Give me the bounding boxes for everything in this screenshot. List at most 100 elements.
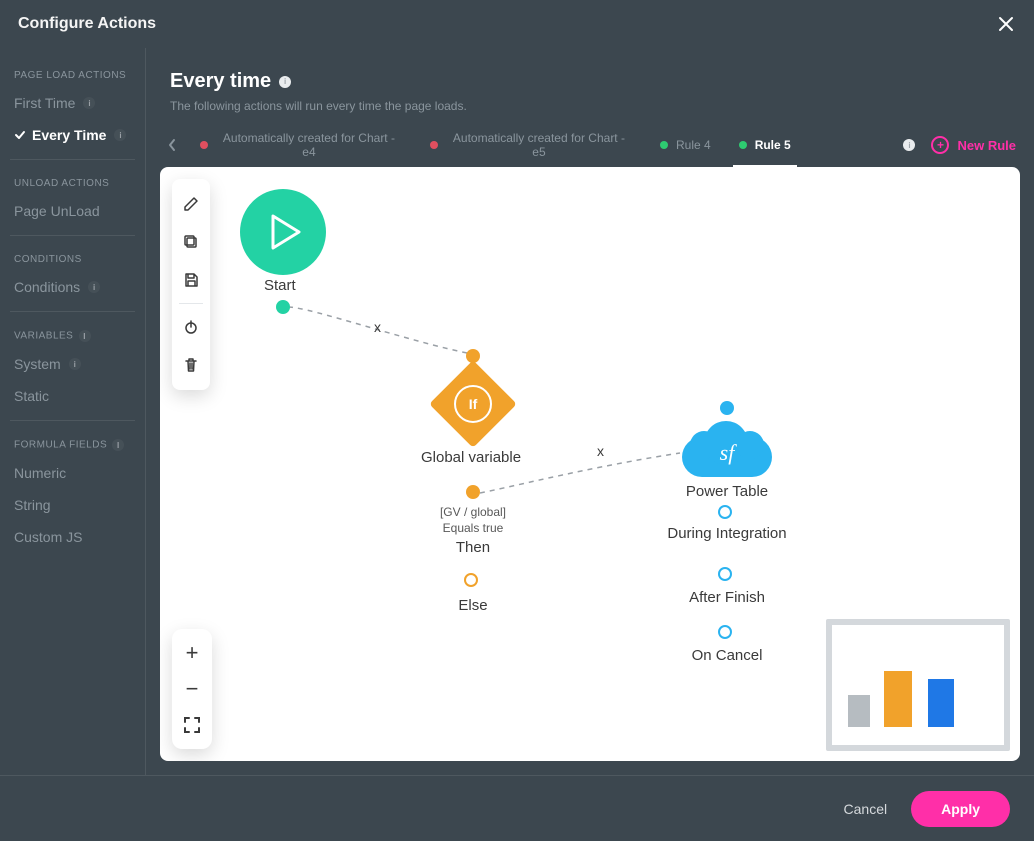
sidebar-item-label: String: [14, 497, 51, 513]
delete-button[interactable]: [172, 346, 210, 384]
sidebar-item-conditions[interactable]: Conditions i: [0, 271, 145, 303]
power-button[interactable]: [172, 308, 210, 346]
cloud-node-label: Power Table: [686, 483, 768, 500]
if-then-connector[interactable]: [466, 485, 480, 499]
plus-icon: +: [931, 136, 949, 154]
connector-delete-1[interactable]: x: [374, 319, 381, 335]
new-rule-button[interactable]: + New Rule: [925, 136, 1022, 154]
sidebar-item-custom-js[interactable]: Custom JS: [0, 521, 145, 553]
sidebar-group-variables: VARIABLES i: [0, 320, 145, 348]
cloud-step-1-label: During Integration: [667, 525, 787, 542]
canvas-zoom-controls: + −: [172, 629, 212, 749]
info-icon[interactable]: i: [279, 76, 291, 88]
zoom-out-button[interactable]: −: [172, 671, 212, 707]
close-button[interactable]: [996, 14, 1016, 34]
status-dot-icon: [200, 141, 208, 149]
edit-button[interactable]: [172, 185, 210, 223]
sidebar-item-every-time[interactable]: Every Time i: [0, 119, 145, 151]
sidebar-item-label: System: [14, 356, 61, 372]
power-table-node[interactable]: sf: [682, 419, 772, 477]
sidebar-item-label: Custom JS: [14, 529, 82, 545]
sidebar-item-static[interactable]: Static: [0, 380, 145, 412]
if-else-connector[interactable]: [464, 573, 478, 587]
page-title-text: Every time: [170, 70, 271, 93]
start-connector-dot[interactable]: [276, 300, 290, 314]
tab-label: Automatically created for Chart - e4: [216, 131, 402, 160]
sidebar-item-label: Static: [14, 388, 49, 404]
page-title: Every time i: [170, 70, 1010, 93]
minimap-bar-2: [884, 671, 912, 727]
if-else-label: Else: [458, 597, 487, 614]
sidebar-item-label: Every Time: [32, 127, 106, 143]
cloud-input-connector[interactable]: [720, 401, 734, 415]
sidebar-item-label: Conditions: [14, 279, 80, 295]
copy-button[interactable]: [172, 223, 210, 261]
tab-info[interactable]: i: [891, 123, 925, 167]
sidebar-item-numeric[interactable]: Numeric: [0, 457, 145, 489]
dialog-title: Configure Actions: [18, 15, 996, 33]
sidebar-item-label: Page UnLoad: [14, 203, 100, 219]
cloud-step-2-connector[interactable]: [718, 567, 732, 581]
tab-chart-e4[interactable]: Automatically created for Chart - e4: [186, 123, 416, 167]
fit-screen-button[interactable]: [172, 707, 212, 743]
sidebar-item-label: First Time: [14, 95, 75, 111]
sidebar-item-page-unload[interactable]: Page UnLoad: [0, 195, 145, 227]
if-then-label: Then: [456, 539, 490, 556]
info-icon: i: [88, 281, 100, 293]
cloud-step-1-connector[interactable]: [718, 505, 732, 519]
info-icon: i: [903, 139, 915, 151]
tabs-scroll-left[interactable]: [158, 131, 186, 159]
tab-label: Rule 4: [676, 138, 711, 152]
divider: [10, 235, 135, 236]
if-node-label: Global variable: [421, 449, 521, 466]
sidebar-group-unload-actions: UNLOAD ACTIONS: [0, 168, 145, 195]
sidebar-item-string[interactable]: String: [0, 489, 145, 521]
rule-tabs: Automatically created for Chart - e4 Aut…: [146, 123, 1034, 167]
apply-button[interactable]: Apply: [911, 791, 1010, 827]
canvas-toolbox: [172, 179, 210, 390]
info-icon: i: [114, 129, 126, 141]
if-node[interactable]: If: [429, 360, 517, 448]
info-icon: i: [79, 330, 91, 342]
status-dot-icon: [430, 141, 438, 149]
if-condition-detail2: Equals true: [443, 521, 504, 537]
main-panel: Every time i The following actions will …: [146, 48, 1034, 775]
new-rule-label: New Rule: [957, 138, 1016, 153]
start-node-label: Start: [264, 277, 296, 294]
sidebar-item-system[interactable]: System i: [0, 348, 145, 380]
cloud-step-2-label: After Finish: [689, 589, 765, 606]
if-condition-detail1: [GV / global]: [440, 505, 506, 521]
connector-delete-2[interactable]: x: [597, 443, 604, 459]
info-icon: i: [112, 439, 124, 451]
status-dot-icon: [660, 141, 668, 149]
sidebar-group-label: VARIABLES: [14, 331, 73, 342]
divider: [10, 159, 135, 160]
zoom-in-button[interactable]: +: [172, 635, 212, 671]
info-icon: i: [83, 97, 95, 109]
check-icon: [14, 129, 26, 141]
tab-label: Rule 5: [755, 138, 791, 152]
salesforce-icon: sf: [682, 419, 772, 477]
sidebar-item-label: Numeric: [14, 465, 66, 481]
minimap-bar-1: [848, 695, 870, 727]
cloud-step-3-connector[interactable]: [718, 625, 732, 639]
canvas-minimap[interactable]: [826, 619, 1010, 751]
tab-label: Automatically created for Chart - e5: [446, 131, 632, 160]
start-node[interactable]: [240, 189, 326, 275]
sidebar-group-formula-fields: FORMULA FIELDS i: [0, 429, 145, 457]
sidebar-item-first-time[interactable]: First Time i: [0, 87, 145, 119]
page-subtitle: The following actions will run every tim…: [170, 99, 1010, 113]
if-icon: If: [454, 385, 492, 423]
sidebar-group-label: FORMULA FIELDS: [14, 440, 107, 451]
tab-chart-e5[interactable]: Automatically created for Chart - e5: [416, 123, 646, 167]
flow-canvas[interactable]: + − x x Start: [160, 167, 1020, 761]
tab-rule-5[interactable]: Rule 5: [725, 123, 805, 167]
divider: [10, 311, 135, 312]
save-button[interactable]: [172, 261, 210, 299]
tab-rule-4[interactable]: Rule 4: [646, 123, 725, 167]
sidebar-group-page-load-actions: PAGE LOAD ACTIONS: [0, 60, 145, 87]
status-dot-icon: [739, 141, 747, 149]
divider: [179, 303, 203, 304]
info-icon: i: [69, 358, 81, 370]
cancel-button[interactable]: Cancel: [844, 801, 888, 817]
